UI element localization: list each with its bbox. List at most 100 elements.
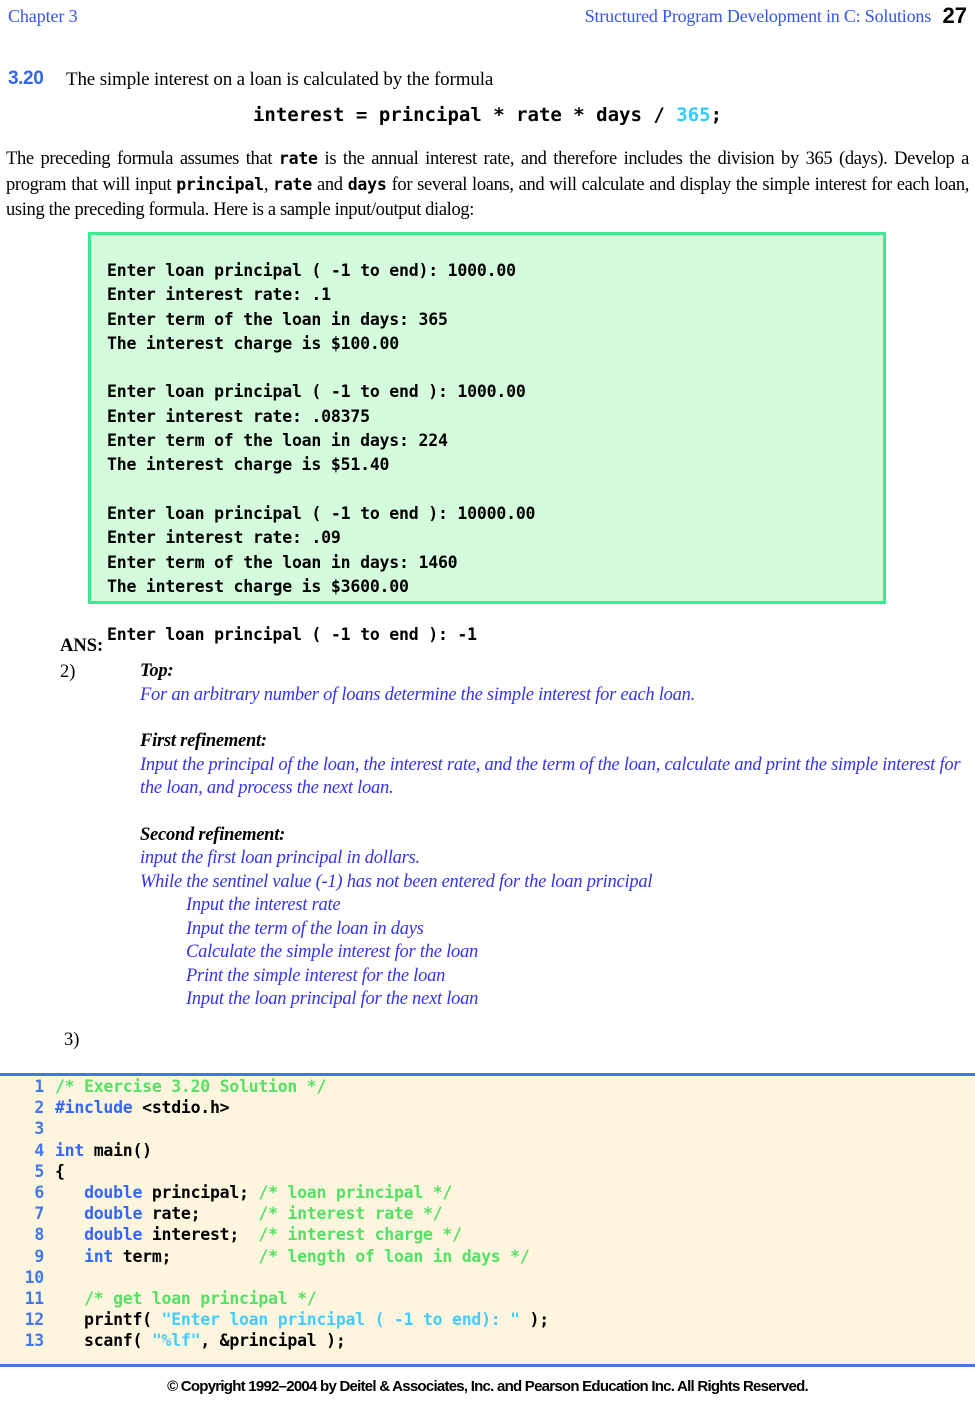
exercise-block: 3.20 The simple interest on a loan is ca… (8, 68, 968, 94)
code-line-content (55, 1267, 549, 1288)
pseudocode-second-line-1: While the sentinel value (-1) has not be… (140, 871, 653, 892)
code-line-content: /* Exercise 3.20 Solution */ (55, 1076, 549, 1097)
interest-formula: interest = principal * rate * days / 365… (0, 104, 975, 126)
code-line: 3 (0, 1118, 549, 1139)
exercise-number: 3.20 (8, 68, 44, 89)
code-token-cl (55, 1289, 84, 1308)
formula-literal-365: 365 (676, 104, 711, 126)
code-line: 7 double rate; /* interest rate */ (0, 1203, 549, 1224)
code-listing-body: 1 /* Exercise 3.20 Solution */ 2 #include <… (0, 1076, 550, 1352)
code-line-content: double rate; /* interest rate */ (55, 1203, 549, 1224)
answer-item-2-number: 2) (60, 662, 76, 682)
para-text-4: and (312, 175, 348, 195)
code-line-content: #include <stdio.h> (55, 1097, 549, 1118)
formula-prefix: interest = principal * rate * days / (252, 104, 677, 126)
code-line-number: 13 (24, 1331, 45, 1351)
code-token-kw: double (84, 1183, 143, 1203)
code-token-cl: term; (113, 1246, 259, 1266)
sample-output-text: Enter loan principal ( -1 to end): 1000.… (107, 261, 536, 645)
code-line-number: 5 (34, 1161, 44, 1181)
pseudocode-first-refinement-line: Input the principal of the loan, the int… (140, 754, 961, 799)
code-token-cl: , &principal ); (200, 1331, 346, 1351)
pseudocode-spacer-2 (140, 801, 975, 824)
code-token-kw: double (84, 1204, 143, 1224)
code-line-content: int term; /* length of loan in days */ (55, 1246, 549, 1267)
code-token-kw: int (84, 1246, 114, 1266)
code-line-content: double principal; /* loan principal */ (55, 1182, 549, 1203)
code-token-str: "%lf" (151, 1331, 201, 1351)
code-line-content: printf( "Enter loan principal ( -1 to en… (55, 1309, 549, 1330)
code-line: 6 double principal; /* loan principal */ (0, 1182, 549, 1203)
exercise-description-paragraph: The preceding formula assumes that rate … (6, 146, 969, 223)
code-token-cl: { (55, 1161, 65, 1181)
code-line-content: { (55, 1161, 549, 1182)
pseudocode-block: Top: For an arbitrary number of loans de… (140, 660, 975, 1012)
pseudocode-top-heading: Top: (140, 661, 174, 681)
code-line: 10 (0, 1267, 549, 1288)
code-listing-bottom-rule (0, 1364, 975, 1367)
code-token-cl: printf( (55, 1310, 162, 1330)
code-token-cl: scanf( (55, 1331, 152, 1351)
code-line-content (55, 1118, 549, 1139)
copyright-footer: © Copyright 1992–2004 by Deitel & Associ… (167, 1378, 809, 1395)
pseudocode-second-line-4: Calculate the simple interest for the lo… (186, 942, 478, 962)
code-listing: 1 /* Exercise 3.20 Solution */ 2 #include <… (0, 1076, 975, 1364)
code-line: 13 scanf( "%lf", &principal ); (0, 1330, 549, 1351)
code-line-number: 1 (34, 1077, 44, 1096)
book-section-title: Structured Program Development in C: Sol… (584, 6, 931, 26)
code-token-pp: #include (55, 1098, 133, 1118)
code-token-cl: main() (84, 1140, 152, 1160)
code-token-cl: rate; (142, 1204, 259, 1224)
code-line: 9 int term; /* length of loan in days */ (0, 1246, 549, 1267)
code-token-kw: double (84, 1225, 143, 1245)
code-token-cl (55, 1204, 84, 1223)
sample-output-dialog: Enter loan principal ( -1 to end): 1000.… (88, 232, 886, 644)
code-line-content: /* get loan principal */ (55, 1288, 549, 1309)
code-line-content: double interest; /* interest charge */ (55, 1224, 549, 1245)
chapter-label: Chapter 3 (8, 6, 78, 26)
code-token-cl (55, 1247, 84, 1266)
code-line: 11 /* get loan principal */ (0, 1288, 549, 1309)
pseudocode-second-line-5: Print the simple interest for the loan (186, 965, 446, 986)
running-head: Chapter 3 Structured Program Development… (0, 3, 975, 32)
inline-code-rate-2: rate (273, 175, 313, 194)
pseudocode-first-refinement-heading: First refinement: (140, 731, 267, 751)
code-line: 12 printf( "Enter loan principal ( -1 to… (0, 1309, 550, 1330)
code-token-cmt: /* loan principal */ (258, 1183, 453, 1203)
code-line-content: scanf( "%lf", &principal ); (55, 1330, 549, 1351)
exercise-heading-line: 3.20 The simple interest on a loan is ca… (8, 68, 968, 94)
pseudocode-second-line-0: input the first loan principal in dollar… (140, 848, 420, 868)
answer-label: ANS: (60, 636, 104, 656)
code-token-cl: <stdio.h> (132, 1098, 230, 1118)
code-line: 4 int main() (0, 1140, 549, 1161)
code-line-number: 8 (34, 1225, 44, 1245)
page-number: 27 (942, 3, 967, 28)
code-line: 8 double interest; /* interest charge */ (0, 1224, 549, 1245)
code-line-number: 2 (34, 1098, 44, 1118)
pseudocode-spacer-1 (140, 707, 975, 730)
code-line: 1 /* Exercise 3.20 Solution */ (0, 1076, 549, 1097)
code-line-number: 10 (24, 1267, 45, 1287)
code-token-cmt: /* get loan principal */ (84, 1289, 317, 1309)
answer-item-3-number: 3) (64, 1030, 80, 1050)
code-token-cmt: /* length of loan in days */ (258, 1246, 530, 1266)
code-line: 2 #include <stdio.h> (0, 1097, 549, 1118)
inline-code-rate-1: rate (278, 149, 318, 168)
inline-code-principal: principal (176, 175, 264, 194)
code-token-cmt: /* interest charge */ (258, 1225, 462, 1245)
code-line-number: 3 (34, 1119, 44, 1139)
code-line-number: 9 (34, 1246, 44, 1266)
code-token-cmt: /* interest rate */ (258, 1204, 443, 1224)
code-listing-table: 1 /* Exercise 3.20 Solution */ 2 #include <… (0, 1076, 550, 1352)
code-token-cmt: /* Exercise 3.20 Solution */ (55, 1077, 327, 1096)
code-line-number: 6 (34, 1183, 44, 1203)
code-token-cl: ); (519, 1310, 550, 1330)
code-line-content: int main() (55, 1140, 549, 1161)
para-text-3: , (263, 175, 274, 195)
inline-code-days: days (347, 175, 387, 194)
code-token-str: "Enter loan principal ( -1 to end): " (161, 1310, 521, 1330)
exercise-lead-text: The simple interest on a loan is calcula… (66, 69, 494, 90)
pseudocode-top-line: For an arbitrary number of loans determi… (140, 684, 696, 705)
pseudocode-second-line-6: Input the loan principal for the next lo… (186, 989, 479, 1009)
code-line-number: 7 (34, 1204, 44, 1224)
